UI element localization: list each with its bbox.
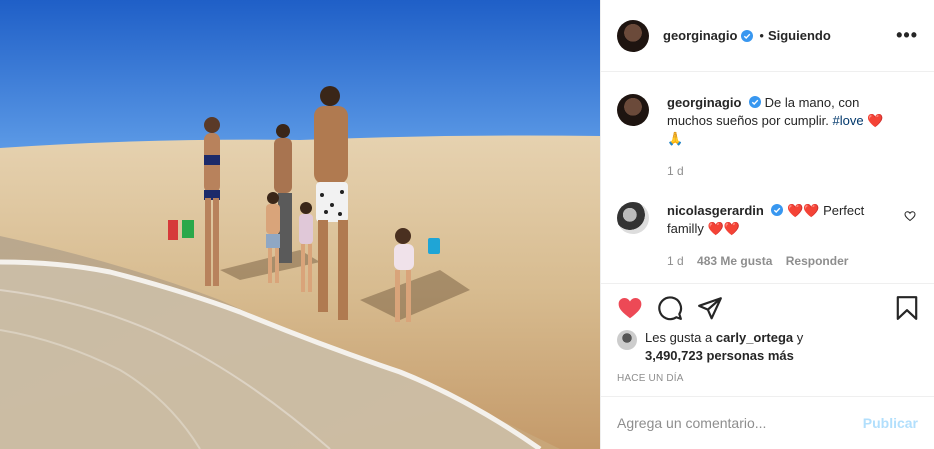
caption-time[interactable]: 1 d [667,164,684,178]
following-button[interactable]: Siguiendo [768,28,831,43]
reply-button[interactable]: Responder [786,254,849,268]
caption: georginagio De la mano, con muchos sueño… [617,94,918,180]
author-avatar[interactable] [617,19,649,52]
add-comment-bar: Publicar [601,396,934,449]
comment-item: nicolasgerardin ❤️❤️ Perfect familly ❤️❤… [617,202,918,270]
heart-emojis: ❤️❤️ [707,221,740,236]
verified-badge-icon [771,204,784,216]
liker-username[interactable]: carly_ortega [716,330,793,345]
heart-emojis: ❤️❤️ [787,203,820,218]
post-header: georginagio • Siguiendo ••• [601,0,934,72]
commenter-username[interactable]: nicolasgerardin [667,203,764,218]
comment-likes-count[interactable]: 483 Me gusta [697,254,772,268]
post-photo[interactable] [0,0,600,449]
caption-meta: 1 d [667,162,894,180]
comment-time[interactable]: 1 d [667,254,684,268]
comment-input[interactable] [617,415,863,431]
verified-badge-icon [749,96,762,108]
commenter-avatar[interactable] [617,202,649,234]
caption-username[interactable]: georginagio [667,95,741,110]
like-heart-icon[interactable] [617,295,643,321]
beach-family-image [0,0,600,449]
share-send-icon[interactable] [697,295,723,321]
post-time-ago[interactable]: HACE UN DÍA [617,373,684,384]
like-comment-heart-icon[interactable] [904,210,916,222]
likes-others-count[interactable]: 3,490,723 personas más [645,348,794,363]
heart-emoji: ❤️ [867,113,884,128]
more-options-icon[interactable]: ••• [896,25,918,46]
comment-bubble-icon[interactable] [657,295,683,321]
comment-meta: 1 d 483 Me gusta Responder [667,252,894,270]
post-side-panel: georginagio • Siguiendo ••• georginagio … [600,0,934,449]
post-actions [601,284,934,330]
verified-badge-icon [741,29,754,42]
header-separator: • [759,28,764,43]
likes-prefix: Les gusta a [645,330,713,345]
likes-summary: Les gusta a carly_ortega y 3,490,723 per… [617,329,918,365]
likes-conjunction: y [796,330,804,345]
publish-button[interactable]: Publicar [863,415,918,431]
comments-section: georginagio De la mano, con muchos sueño… [601,72,934,284]
save-bookmark-icon[interactable] [894,295,920,321]
caption-hashtag-link[interactable]: #love [832,113,863,128]
pray-emoji: 🙏 [667,131,684,146]
caption-avatar[interactable] [617,94,649,126]
liker-avatar[interactable] [617,330,637,350]
author-username[interactable]: georginagio [663,28,737,43]
